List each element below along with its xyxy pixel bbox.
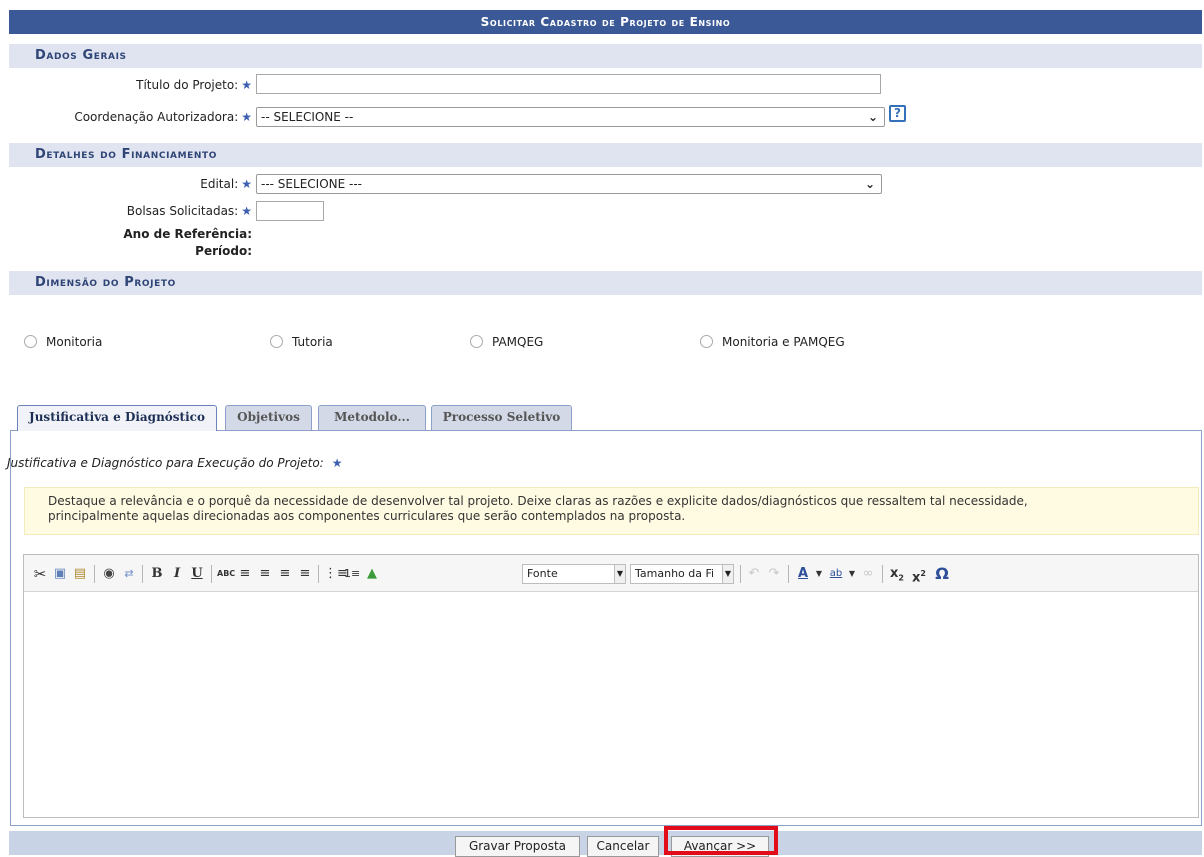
chevron-down-icon: ▼ [722, 565, 733, 583]
hint-box: Destaque a relevância e o porquê da nece… [24, 487, 1199, 535]
gravar-proposta-button[interactable]: Gravar Proposta [455, 836, 580, 857]
ano-referencia-label: Ano de Referência: [123, 227, 252, 241]
edital-label: Edital: ★ [200, 177, 252, 191]
font-select[interactable]: Fonte ▼ [522, 564, 626, 584]
radio-button[interactable] [700, 335, 713, 348]
redo-icon[interactable]: ↷ [766, 565, 782, 583]
radio-button[interactable] [24, 335, 37, 348]
subscript-icon[interactable]: x2 [888, 565, 906, 583]
cut-icon[interactable]: ✂ [32, 565, 48, 583]
undo-icon[interactable]: ↶ [746, 565, 762, 583]
section-dados-gerais: Dados Gerais [9, 44, 1202, 68]
titulo-label: Título do Projeto: ★ [136, 78, 252, 92]
radio-pamqeg[interactable]: PAMQEG [470, 335, 543, 349]
required-star-icon: ★ [331, 456, 343, 470]
periodo-label: Período: [195, 244, 252, 258]
align-left-icon[interactable]: ≡ [237, 565, 253, 583]
help-icon[interactable]: ? [889, 105, 906, 122]
radio-tutoria[interactable]: Tutoria [270, 335, 333, 349]
bolsas-label: Bolsas Solicitadas: ★ [126, 204, 252, 218]
special-char-icon[interactable]: Ω [933, 565, 951, 583]
font-size-select[interactable]: Tamanho da Fi ▼ [630, 564, 734, 584]
paste-icon[interactable]: ▤ [71, 565, 89, 583]
titulo-input[interactable] [256, 74, 881, 94]
edital-select[interactable]: --- SELECIONE --- ⌄ [256, 174, 882, 194]
superscript-icon[interactable]: x2 [910, 565, 928, 585]
underline-icon[interactable]: U [189, 565, 205, 583]
avancar-button[interactable]: Avançar >> [671, 836, 769, 857]
justificativa-label: Justificativa e Diagnóstico para Execuçã… [7, 456, 343, 470]
italic-icon[interactable]: I [169, 565, 185, 583]
required-star-icon: ★ [241, 110, 252, 124]
find-icon[interactable]: ◉ [100, 565, 118, 583]
chevron-down-icon: ⌄ [867, 110, 878, 124]
tab-objetivos[interactable]: Objetivos [225, 405, 312, 430]
tab-metodologia[interactable]: Metodolo... [318, 405, 426, 430]
chevron-down-icon: ⌄ [864, 177, 875, 191]
required-star-icon: ★ [241, 78, 252, 92]
editor-toolbar: ✂ ▣ ▤ ◉ ⇄ B I U ABC ≡ ≡ ≡ ≡ ⋮≡ 1≡ ▲ Font… [24, 555, 1198, 592]
dropdown-arrow-icon[interactable]: ▼ [847, 565, 857, 583]
dropdown-arrow-icon[interactable]: ▼ [814, 565, 824, 583]
text-color-icon[interactable]: A [794, 565, 812, 583]
link-icon[interactable]: ∞ [860, 565, 876, 583]
tab-justificativa[interactable]: Justificativa e Diagnóstico [17, 405, 217, 431]
image-icon[interactable]: ▲ [364, 565, 380, 583]
coordenacao-select[interactable]: -- SELECIONE -- ⌄ [256, 107, 885, 127]
align-justify-icon[interactable]: ≡ [297, 565, 313, 583]
numbered-list-icon[interactable]: 1≡ [344, 565, 360, 583]
bullet-list-icon[interactable]: ⋮≡ [324, 565, 348, 583]
hint-line-1: Destaque a relevância e o porquê da nece… [48, 494, 1028, 508]
radio-button[interactable] [470, 335, 483, 348]
bold-icon[interactable]: B [149, 565, 165, 583]
copy-icon[interactable]: ▣ [52, 565, 68, 583]
required-star-icon: ★ [241, 177, 252, 191]
cancelar-button[interactable]: Cancelar [587, 836, 659, 857]
required-star-icon: ★ [241, 204, 252, 218]
radio-monitoria-pamqeg[interactable]: Monitoria e PAMQEG [700, 335, 845, 349]
section-dimensao: Dimensão do Projeto [9, 271, 1202, 295]
page-title: Solicitar Cadastro de Projeto de Ensino [9, 10, 1202, 34]
align-right-icon[interactable]: ≡ [277, 565, 293, 583]
chevron-down-icon: ▼ [614, 565, 625, 583]
tab-processo-seletivo[interactable]: Processo Seletivo [431, 405, 572, 430]
coordenacao-label: Coordenação Autorizadora: ★ [74, 110, 252, 124]
rich-text-editor[interactable]: ✂ ▣ ▤ ◉ ⇄ B I U ABC ≡ ≡ ≡ ≡ ⋮≡ 1≡ ▲ Font… [23, 554, 1199, 818]
bolsas-input[interactable] [256, 201, 324, 221]
spellcheck-icon[interactable]: ABC [217, 565, 235, 583]
replace-icon[interactable]: ⇄ [120, 565, 138, 583]
align-center-icon[interactable]: ≡ [257, 565, 273, 583]
hint-line-2: principalmente aquelas direcionadas aos … [48, 509, 686, 523]
radio-button[interactable] [270, 335, 283, 348]
section-financiamento: Detalhes do Financiamento [9, 143, 1202, 167]
radio-monitoria[interactable]: Monitoria [24, 335, 102, 349]
highlight-color-icon[interactable]: ab [827, 565, 845, 583]
